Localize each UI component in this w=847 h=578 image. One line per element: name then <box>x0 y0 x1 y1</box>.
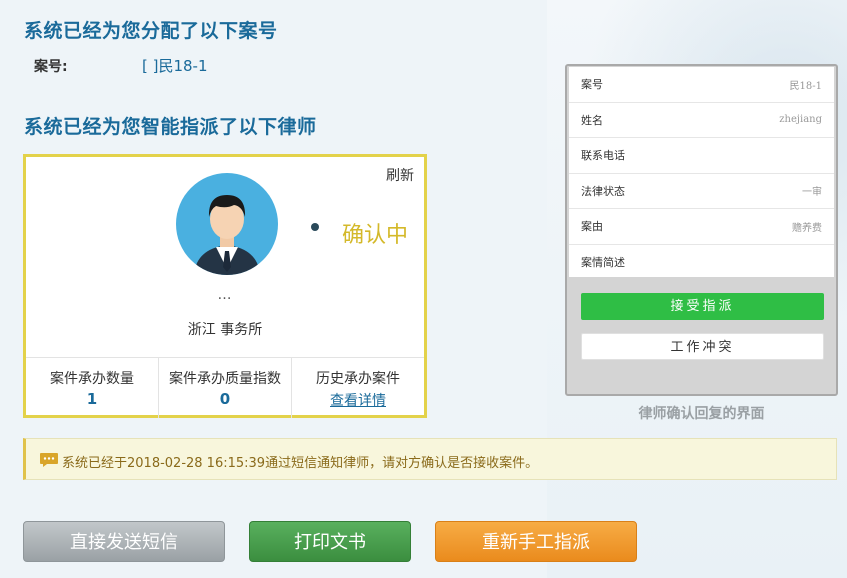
phone-row-key: 案号 <box>581 78 603 92</box>
assign-title: 系统已经为您分配了以下案号 <box>24 20 278 42</box>
stat-label: 案件承办质量指数 <box>169 371 281 387</box>
phone-row-key: 联系电话 <box>581 149 625 163</box>
status-text: 确认中 <box>342 223 409 248</box>
notice-bar: 系统已经于2018-02-28 16:15:39通过短信通知律师，请对方确认是否… <box>23 438 837 480</box>
refresh-link[interactable]: 刷新 <box>386 165 414 185</box>
case-number-value: [ ]民18-1 <box>142 57 208 75</box>
work-conflict-button[interactable]: 工作冲突 <box>581 333 824 360</box>
stat-quality-index: 案件承办质量指数 0 <box>159 358 292 418</box>
case-number-label: 案号: <box>34 59 68 75</box>
phone-row-summary: 案情简述 <box>569 245 834 281</box>
send-sms-button[interactable]: 直接发送短信 <box>23 521 225 562</box>
lawyer-firm: 浙江 事务所 <box>187 322 263 338</box>
stat-label: 历史承办案件 <box>316 371 400 387</box>
stat-case-count: 案件承办数量 1 <box>26 358 159 418</box>
phone-row-case-number: 案号 民18-1 <box>569 67 834 103</box>
phone-row-key: 法律状态 <box>581 184 625 198</box>
phone-row-value: 一审 <box>802 187 822 199</box>
phone-row-cause: 案由 赡养费 <box>569 209 834 245</box>
phone-row-value: zhejiang <box>779 114 822 126</box>
lawyer-title: 系统已经为您智能指派了以下律师 <box>24 116 317 138</box>
message-icon <box>40 453 58 467</box>
manual-reassign-button[interactable]: 重新手工指派 <box>435 521 637 562</box>
phone-row-value: 赡养费 <box>792 222 822 234</box>
phone-row-value: 民18-1 <box>789 80 822 92</box>
print-document-button[interactable]: 打印文书 <box>249 521 411 562</box>
phone-row-key: 姓名 <box>581 113 603 127</box>
notice-text: 系统已经于2018-02-28 16:15:39通过短信通知律师，请对方确认是否… <box>62 456 539 471</box>
accept-assignment-button[interactable]: 接受指派 <box>581 293 824 320</box>
phone-row-legal-status: 法律状态 一审 <box>569 174 834 209</box>
stat-label: 案件承办数量 <box>50 371 134 387</box>
case-number-row: 案号: [ ]民18-1 <box>34 56 208 76</box>
phone-row-key: 案由 <box>581 220 603 234</box>
view-details-link[interactable]: 查看详情 <box>330 390 386 410</box>
stat-value: 0 <box>219 390 231 408</box>
phone-row-phone: 联系电话 <box>569 138 834 174</box>
phone-caption: 律师确认回复的界面 <box>638 406 765 422</box>
phone-case-details: 案号 民18-1 姓名 zhejiang 联系电话 法律状态 一审 案由 赡养费… <box>569 67 834 277</box>
lawyer-name: … <box>217 287 233 303</box>
stat-history: 历史承办案件 查看详情 <box>292 358 424 418</box>
person-icon <box>194 195 260 275</box>
phone-row-name: 姓名 zhejiang <box>569 103 834 138</box>
phone-preview: 案号 民18-1 姓名 zhejiang 联系电话 法律状态 一审 案由 赡养费… <box>565 64 838 396</box>
lawyer-card: 刷新 确认中 … 浙江 事务所 案件承办数量 1 案件承办质量指数 0 历史承办… <box>23 154 427 418</box>
lawyer-stats: 案件承办数量 1 案件承办质量指数 0 历史承办案件 查看详情 <box>26 357 424 418</box>
stat-value: 1 <box>86 390 98 408</box>
status-dot <box>311 223 319 231</box>
phone-row-key: 案情简述 <box>581 256 625 270</box>
lawyer-avatar <box>176 173 278 275</box>
